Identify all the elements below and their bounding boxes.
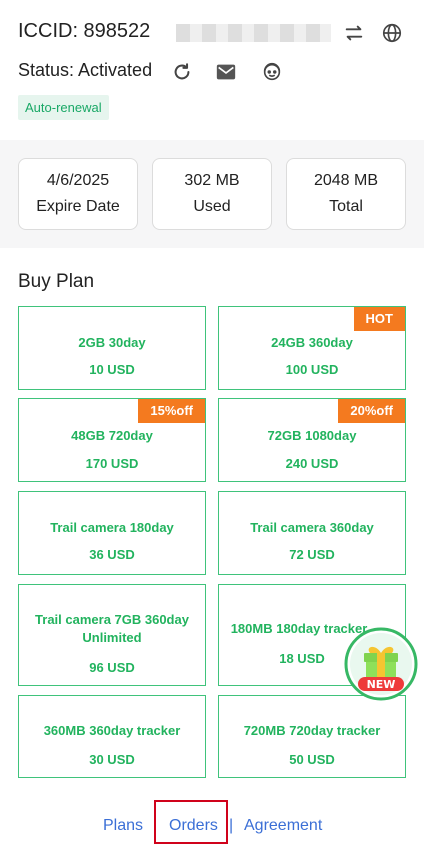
total-value: 2048 MB	[313, 172, 379, 189]
status-row: Status: Activated	[18, 60, 412, 84]
plan-card[interactable]: 15%off 48GB 720day 170 USD	[18, 398, 206, 482]
status-label: Status: Activated	[18, 60, 153, 80]
plan-card[interactable]: HOT 24GB 360day 100 USD	[218, 306, 406, 390]
usage-summary: 4/6/2025 Expire Date 302 MB Used 2048 MB…	[0, 140, 424, 248]
expire-date-label: Expire Date	[36, 198, 120, 215]
plan-price: 72 USD	[289, 547, 335, 562]
total-label: Total	[329, 198, 363, 215]
footer-separator: |	[229, 817, 234, 834]
plan-name: Trail camera 180day	[50, 520, 174, 535]
plan-price: 36 USD	[89, 547, 135, 562]
plan-price: 10 USD	[89, 362, 135, 377]
plan-name: 360MB 360day tracker	[43, 723, 181, 738]
plan-price: 170 USD	[85, 456, 139, 471]
iccid-row: ICCID: 898522	[18, 20, 412, 46]
plan-name: 24GB 360day	[271, 335, 353, 350]
iccid-label: ICCID: 898522	[18, 20, 151, 42]
used-value: 302 MB	[184, 172, 240, 189]
refresh-icon[interactable]	[170, 60, 194, 84]
gift-badge-label: NEW	[367, 678, 396, 691]
header: ICCID: 898522 Status: Activated Auto-ren…	[0, 0, 430, 140]
plan-card[interactable]: 2GB 30day 10 USD	[18, 306, 206, 390]
plan-card[interactable]: Trail camera 360day 72 USD	[218, 491, 406, 575]
plan-card[interactable]: 360MB 360day tracker 30 USD	[18, 695, 206, 778]
swap-icon[interactable]	[342, 21, 366, 45]
plan-name: 72GB 1080day	[267, 428, 357, 443]
plan-card[interactable]: 720MB 720day tracker 50 USD	[218, 695, 406, 778]
expire-date-card: 4/6/2025 Expire Date	[18, 158, 138, 230]
globe-icon[interactable]	[380, 21, 404, 45]
plan-price: 50 USD	[289, 752, 335, 767]
plan-name: 48GB 720day	[71, 428, 153, 443]
mail-icon[interactable]	[214, 60, 238, 84]
plan-name: Trail camera 360day	[250, 520, 374, 535]
auto-renewal-badge: Auto-renewal	[18, 95, 109, 120]
plan-price: 30 USD	[89, 752, 135, 767]
plan-price: 240 USD	[285, 456, 339, 471]
support-icon[interactable]	[260, 60, 284, 84]
discount-tag: 15%off	[138, 399, 205, 423]
plan-price: 96 USD	[89, 660, 135, 675]
iccid-redacted	[176, 24, 331, 42]
hot-tag: HOT	[353, 307, 405, 331]
total-card: 2048 MB Total	[286, 158, 406, 230]
buy-plan-title: Buy Plan	[18, 271, 95, 292]
plan-name: Trail camera 7GB 360day Unlimited	[35, 612, 189, 645]
plan-card[interactable]: Trail camera 7GB 360day Unlimited 96 USD	[18, 584, 206, 686]
used-label: Used	[193, 198, 231, 215]
discount-tag: 20%off	[338, 399, 405, 423]
agreement-link[interactable]: Agreement	[244, 817, 322, 835]
plan-name: 2GB 30day	[78, 335, 146, 350]
plan-card[interactable]: 20%off 72GB 1080day 240 USD	[218, 398, 406, 482]
plans-link[interactable]: Plans	[103, 817, 143, 835]
plan-card[interactable]: Trail camera 180day 36 USD	[18, 491, 206, 575]
plan-name: 720MB 720day tracker	[243, 723, 381, 738]
expire-date-value: 4/6/2025	[46, 172, 110, 189]
new-gift-button[interactable]: NEW	[344, 627, 418, 701]
gift-icon: NEW	[344, 627, 418, 701]
orders-highlight	[154, 800, 228, 844]
used-card: 302 MB Used	[152, 158, 272, 230]
plan-price: 100 USD	[285, 362, 339, 377]
